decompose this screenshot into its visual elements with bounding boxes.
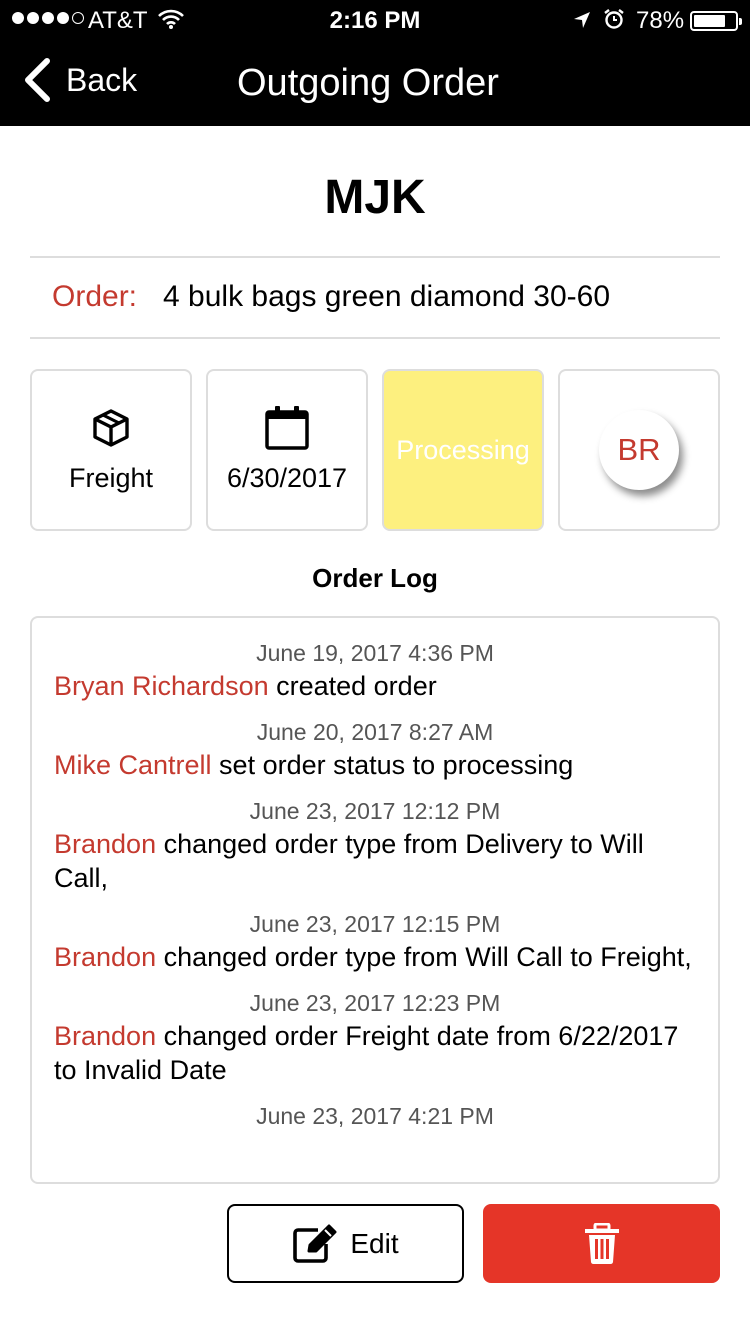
location-arrow-icon — [572, 9, 592, 37]
calendar-icon — [264, 405, 310, 450]
page-title: Outgoing Order — [237, 62, 499, 104]
package-icon — [92, 407, 130, 449]
avatar-initials: BR — [617, 432, 661, 467]
order-log-list[interactable]: June 19, 2017 4:36 PM Bryan Richardson c… — [32, 618, 718, 1163]
trash-icon — [584, 1222, 619, 1264]
battery-percent: 78% — [636, 7, 685, 34]
order-type-tile[interactable]: Freight — [30, 369, 192, 531]
battery-level-fill — [694, 15, 726, 27]
log-entry-time: June 23, 2017 4:21 PM — [256, 1103, 494, 1129]
status-tile[interactable]: Processing — [382, 369, 544, 531]
order-summary: Order: 4 bulk bags green diamond 30-60 — [52, 280, 610, 314]
log-entry: June 23, 2017 12:12 PM Brandon changed o… — [54, 798, 696, 895]
log-entry-text: Brandon changed order type from Delivery… — [54, 827, 696, 895]
back-button[interactable]: Back — [22, 58, 137, 102]
order-info-tiles: Freight 6/30/2017 Processing BR — [30, 369, 720, 531]
battery-icon — [690, 11, 742, 31]
log-entry-action: set order status to processing — [211, 750, 574, 780]
order-log-title: Order Log — [312, 563, 438, 593]
status-bar: AT&T 2:16 PM 78% — [0, 0, 750, 40]
customer-name: MJK — [324, 171, 426, 224]
divider — [30, 256, 720, 258]
alarm-icon — [603, 8, 625, 37]
assignee-tile[interactable]: BR — [558, 369, 720, 531]
log-entry-action: created order — [268, 671, 437, 701]
log-entry-time: June 23, 2017 12:12 PM — [249, 798, 501, 824]
log-entry-text: Brandon changed order type from Will Cal… — [54, 940, 696, 974]
edit-button[interactable]: Edit — [227, 1204, 464, 1283]
chevron-left-icon — [25, 58, 50, 102]
navigation-bar: Back Outgoing Order — [0, 40, 750, 126]
top-bar: AT&T 2:16 PM 78% Back Outgoing Order — [0, 0, 750, 126]
log-entry-user: Bryan Richardson — [54, 671, 269, 701]
log-entry-action: changed order type from Will Call to Fre… — [156, 942, 692, 972]
order-description: 4 bulk bags green diamond 30-60 — [163, 280, 611, 313]
log-entry-time: June 19, 2017 4:36 PM — [256, 640, 494, 666]
delete-button[interactable] — [483, 1204, 720, 1283]
edit-icon — [293, 1224, 337, 1263]
log-entry: June 20, 2017 8:27 AM Mike Cantrell set … — [54, 719, 696, 782]
date-tile[interactable]: 6/30/2017 — [206, 369, 368, 531]
back-label: Back — [66, 61, 138, 98]
order-type-label: Freight — [68, 462, 154, 493]
edit-label: Edit — [350, 1227, 399, 1259]
log-entry-user: Mike Cantrell — [54, 750, 212, 780]
log-entry-time: June 20, 2017 8:27 AM — [256, 719, 494, 745]
log-entry-text: Bryan Richardson created order — [54, 669, 696, 703]
log-entry-time: June 23, 2017 12:23 PM — [249, 990, 501, 1016]
order-label: Order: — [52, 280, 138, 313]
log-entry-text: Brandon changed order Freight date from … — [54, 1019, 696, 1087]
avatar: BR — [599, 410, 679, 490]
log-entry-text: Mike Cantrell set order status to proces… — [54, 748, 696, 782]
divider — [30, 337, 720, 339]
log-entry-time: June 23, 2017 12:15 PM — [249, 911, 501, 937]
log-entry: June 23, 2017 4:21 PM — [54, 1103, 696, 1130]
status-label: Processing — [396, 434, 530, 465]
log-entry: June 19, 2017 4:36 PM Bryan Richardson c… — [54, 640, 696, 703]
log-entry-user: Brandon — [54, 1021, 157, 1051]
log-entry: June 23, 2017 12:15 PM Brandon changed o… — [54, 911, 696, 974]
log-entry-user: Brandon — [54, 829, 157, 859]
log-entry-user: Brandon — [54, 942, 157, 972]
order-log[interactable]: June 19, 2017 4:36 PM Bryan Richardson c… — [30, 616, 720, 1184]
log-entry: June 23, 2017 12:23 PM Brandon changed o… — [54, 990, 696, 1087]
date-label: 6/30/2017 — [226, 462, 348, 493]
